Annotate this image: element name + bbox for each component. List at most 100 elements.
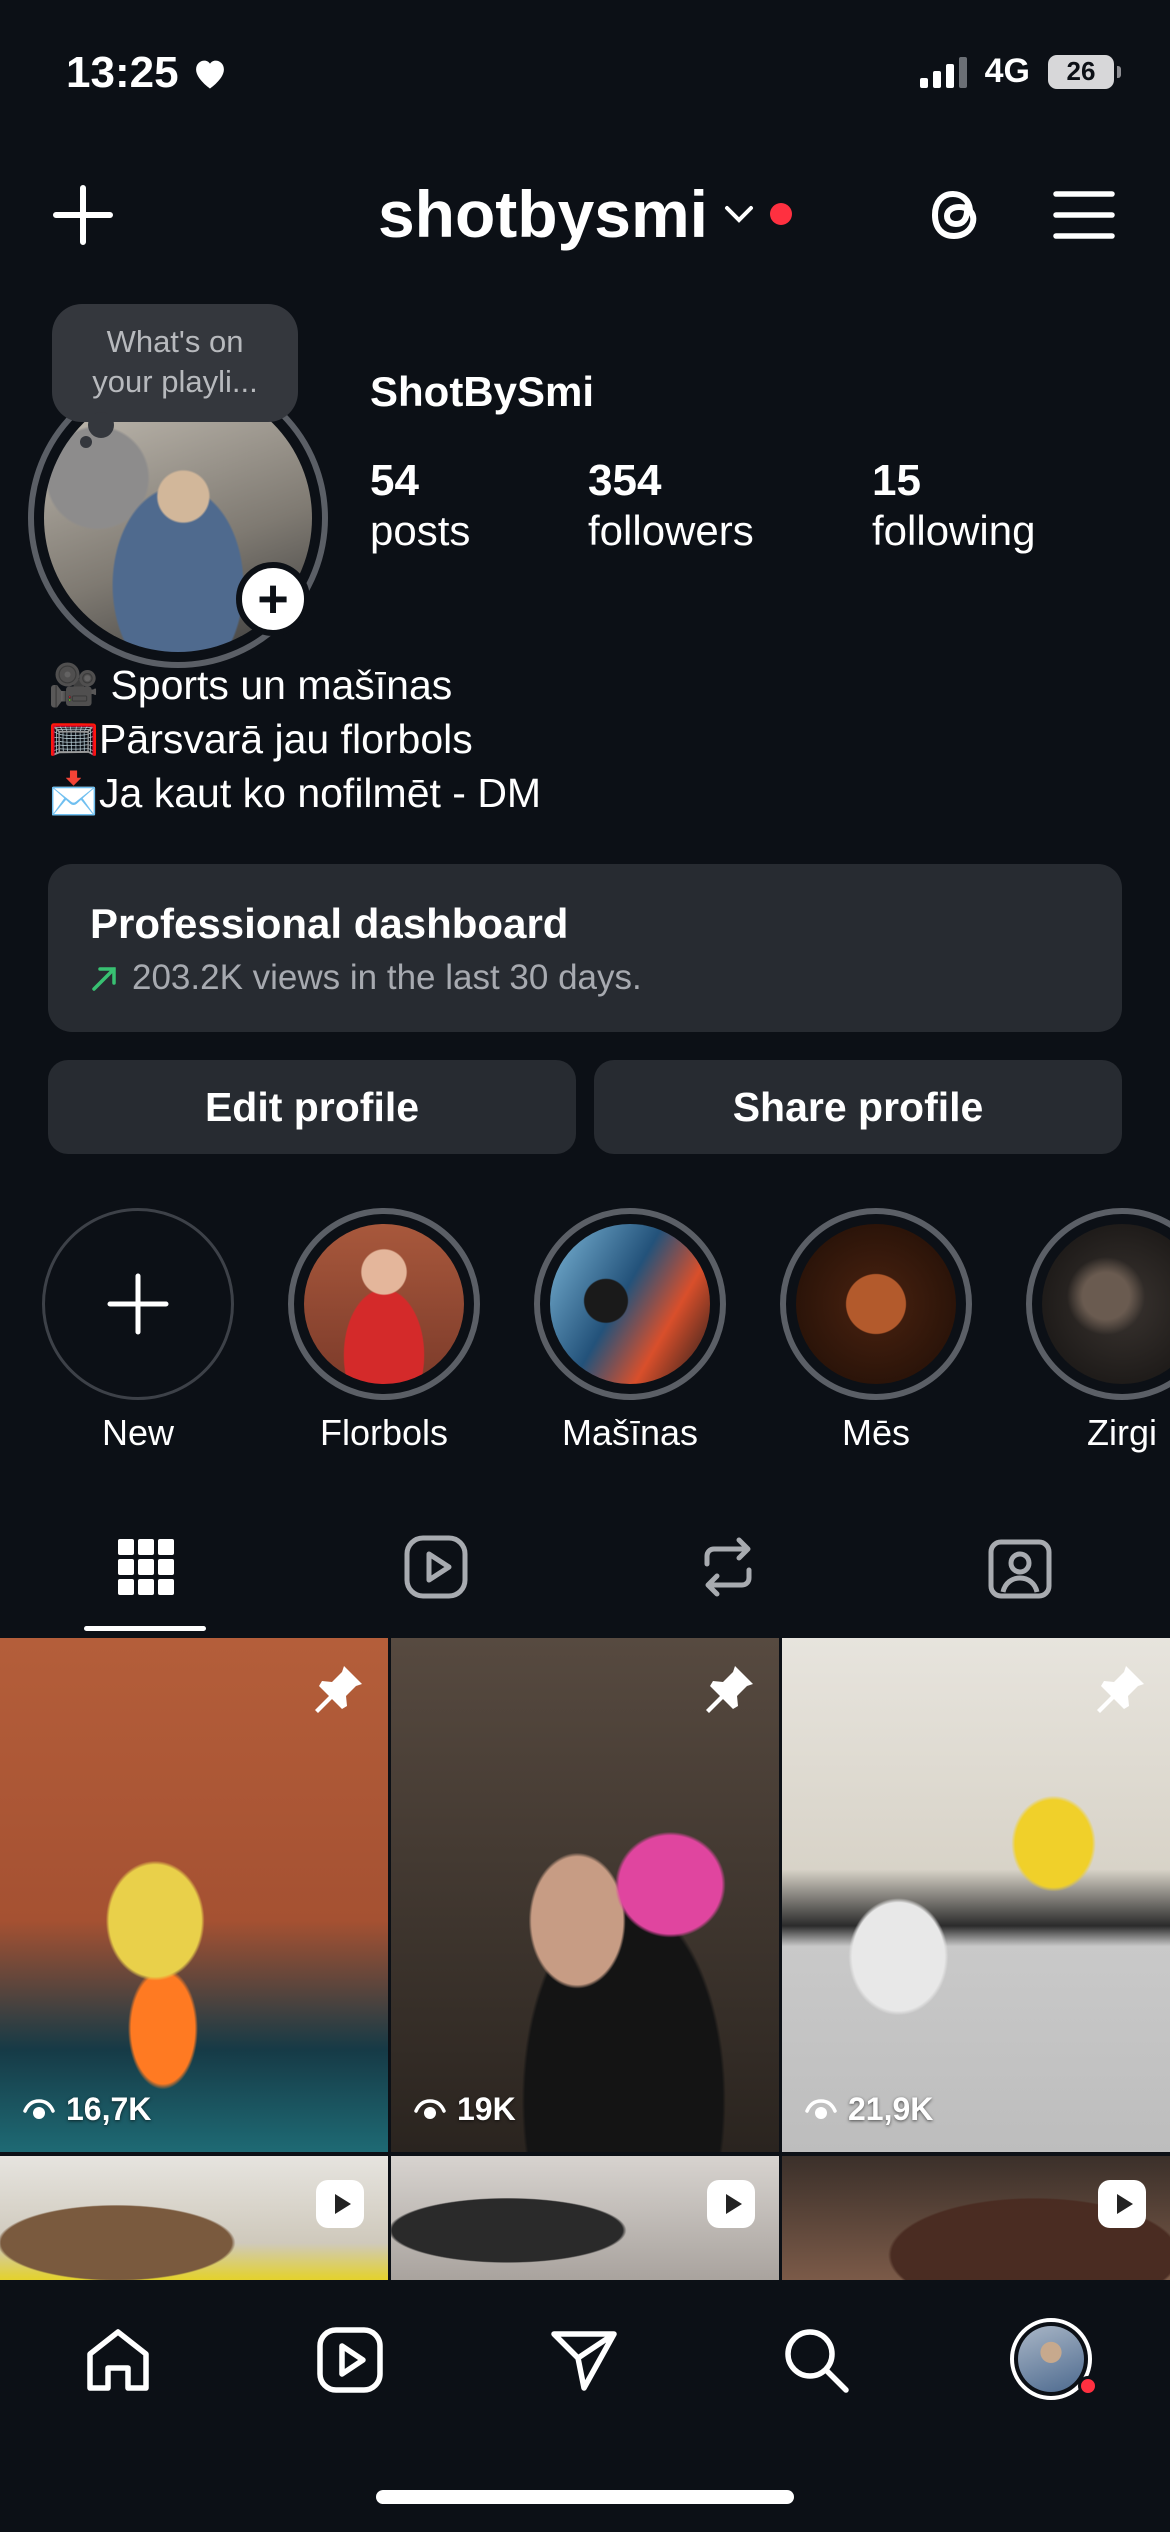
reel-badge-icon — [707, 2180, 755, 2228]
reel-badge-icon — [316, 2180, 364, 2228]
tagged-person-icon — [988, 1539, 1052, 1599]
clock: 13:25 — [66, 48, 179, 97]
highlight-florbols[interactable]: Florbols — [286, 1208, 482, 1454]
home-indicator[interactable] — [376, 2490, 794, 2504]
grid-icon — [118, 1539, 174, 1595]
notification-dot — [770, 203, 793, 225]
tab-reels[interactable] — [380, 1532, 492, 1602]
highlight-label: Mēs — [841, 1412, 910, 1453]
highlight-label: Florbols — [319, 1412, 449, 1453]
nav-messages[interactable] — [544, 2320, 624, 2400]
dashboard-views-text: 203.2K views in the last 30 days. — [132, 958, 642, 997]
views-count: 19K — [457, 2091, 516, 2127]
highlight-mes[interactable]: Mēs — [778, 1208, 974, 1454]
highlight-cover — [1042, 1224, 1170, 1384]
username-title: shotbysmi — [377, 177, 709, 251]
add-story-button[interactable]: + — [236, 562, 310, 636]
nav-home[interactable] — [78, 2320, 158, 2400]
highlight-cover — [304, 1224, 464, 1384]
highlight-ring — [288, 1208, 480, 1400]
post-tile[interactable]: 21,9K — [782, 1638, 1170, 2152]
pin-icon — [1097, 1666, 1144, 1713]
highlight-label: New — [101, 1412, 175, 1453]
post-views: 16,7K — [22, 2091, 151, 2128]
stat-label: posts — [370, 507, 471, 554]
edit-profile-button[interactable]: Edit profile — [48, 1060, 576, 1154]
reels-icon — [404, 1535, 468, 1599]
bio-line: 🎥 Sports un mašīnas — [48, 662, 453, 708]
stat-posts[interactable]: 54 posts — [370, 456, 470, 556]
chevron-down-icon — [725, 206, 754, 223]
eye-icon — [805, 2098, 837, 2119]
repost-icon — [704, 1537, 752, 1597]
stat-label: following — [872, 507, 1036, 554]
nav-reels[interactable] — [310, 2320, 390, 2400]
note-tail-small — [80, 436, 92, 448]
views-count: 16,7K — [66, 2091, 152, 2127]
highlight-masinas[interactable]: Mašīnas — [532, 1208, 728, 1454]
tab-posts-grid[interactable] — [90, 1532, 202, 1602]
post-views: 19K — [413, 2091, 516, 2128]
dashboard-subtitle: 203.2K views in the last 30 days. — [90, 958, 1080, 998]
dashboard-title: Professional dashboard — [90, 900, 569, 947]
highlight-ring — [780, 1208, 972, 1400]
highlight-label: Zirgi — [1087, 1412, 1157, 1453]
tab-reposts[interactable] — [672, 1532, 784, 1602]
tab-tagged[interactable] — [964, 1532, 1076, 1602]
share-profile-button[interactable]: Share profile — [594, 1060, 1122, 1154]
threads-icon[interactable] — [918, 176, 994, 252]
nav-avatar — [1018, 2326, 1084, 2392]
display-name: ShotBySmi — [370, 368, 595, 415]
professional-dashboard[interactable]: Professional dashboard 203.2K views in t… — [48, 864, 1122, 1032]
reels-icon — [317, 2327, 383, 2393]
eye-icon — [414, 2098, 446, 2119]
post-tile[interactable] — [0, 2156, 388, 2280]
bio-line: 🥅Pārsvarā jau florbols — [48, 716, 473, 762]
profile-notification-dot — [1078, 2376, 1098, 2396]
send-icon — [551, 2331, 617, 2391]
plus-icon — [107, 1273, 169, 1335]
post-tile[interactable]: 19K — [391, 1638, 779, 2152]
status-time: 13:25 — [66, 48, 229, 98]
highlight-new[interactable]: New — [40, 1208, 236, 1454]
highlight-new-ring — [42, 1208, 234, 1400]
stat-followers[interactable]: 354 followers — [588, 456, 754, 556]
post-tile[interactable]: 16,7K — [0, 1638, 388, 2152]
pin-icon — [315, 1666, 362, 1713]
stat-value: 54 — [370, 456, 419, 505]
post-tile[interactable] — [782, 2156, 1170, 2280]
highlight-label: Mašīnas — [561, 1412, 699, 1453]
network-label: 4G — [984, 52, 1030, 90]
status-indicators: 4G 26 — [919, 52, 1121, 91]
post-tile[interactable] — [391, 2156, 779, 2280]
home-icon — [87, 2329, 149, 2391]
battery-level: 26 — [1066, 56, 1096, 86]
menu-icon[interactable] — [1052, 188, 1116, 242]
nav-search[interactable] — [776, 2320, 856, 2400]
highlight-cover — [550, 1224, 710, 1384]
account-switcher[interactable]: shotbysmi — [0, 176, 1170, 252]
highlight-ring — [534, 1208, 726, 1400]
note-text-line2: your playli... — [92, 364, 258, 399]
highlight-cover — [796, 1224, 956, 1384]
bio-line: 📩Ja kaut ko nofilmēt - DM — [48, 770, 542, 816]
eye-icon — [23, 2098, 55, 2119]
pin-icon — [706, 1666, 753, 1713]
highlight-ring — [1026, 1208, 1170, 1400]
note-bubble[interactable]: What's on your playli... — [52, 304, 298, 422]
note-tail — [88, 412, 114, 438]
battery-icon: 26 — [1048, 54, 1121, 89]
views-count: 21,9K — [848, 2091, 934, 2127]
bio: 🎥 Sports un mašīnas 🥅Pārsvarā jau florbo… — [48, 658, 541, 820]
highlight-zirgi[interactable]: Zirgi — [1024, 1208, 1170, 1454]
search-icon — [785, 2329, 849, 2393]
stat-value: 354 — [588, 456, 662, 505]
stat-label: followers — [588, 507, 754, 554]
reel-badge-icon — [1098, 2180, 1146, 2228]
active-tab-indicator — [84, 1626, 206, 1631]
stat-value: 15 — [872, 456, 921, 505]
heart-icon — [195, 60, 224, 89]
signal-icon — [919, 56, 967, 88]
trend-up-icon — [92, 967, 116, 991]
stat-following[interactable]: 15 following — [872, 456, 1035, 556]
